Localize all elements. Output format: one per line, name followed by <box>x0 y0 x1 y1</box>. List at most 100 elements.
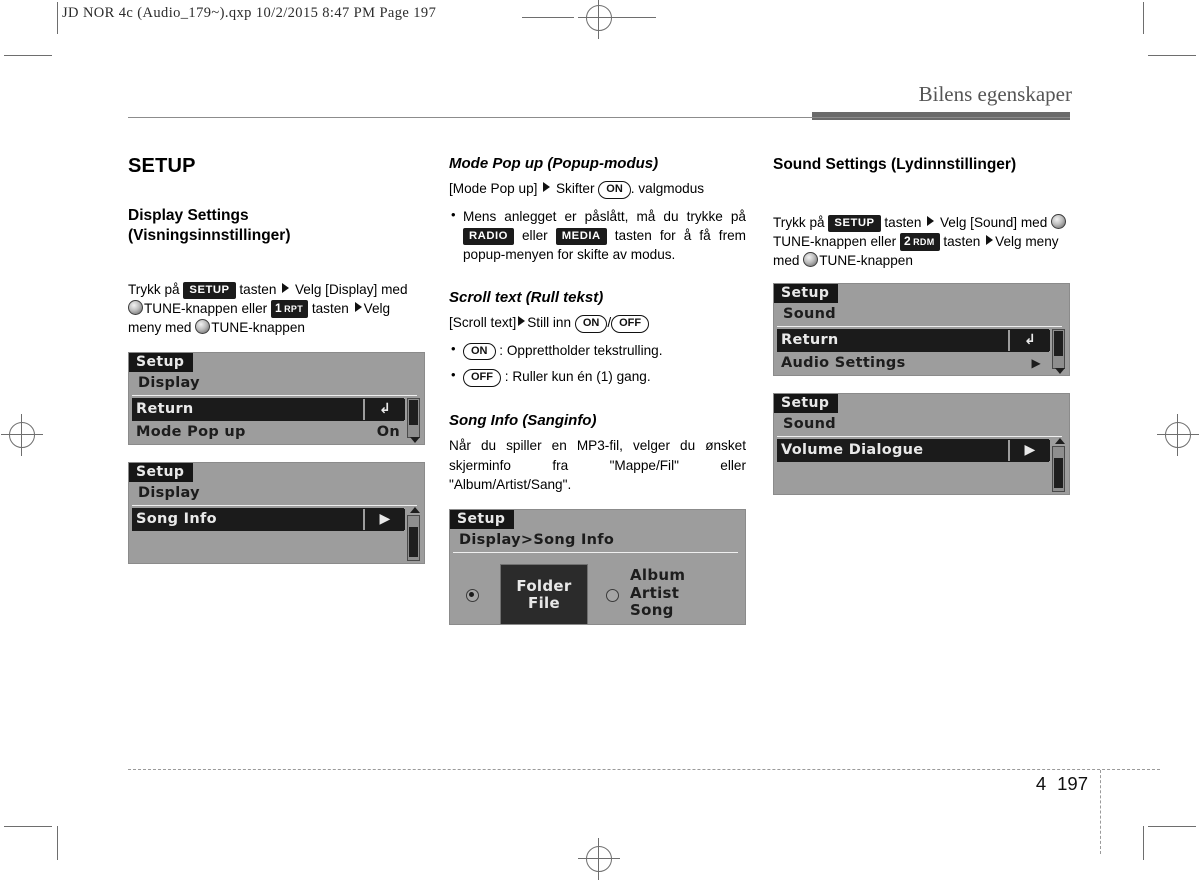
scroll-up-arrow-icon[interactable] <box>410 506 420 513</box>
preset-key-number: 1 <box>274 300 283 315</box>
return-arrow-icon[interactable]: ↲ <box>363 398 405 420</box>
lcd-row-label: Volume Dialogue <box>781 441 924 458</box>
lcd-row-label: Audio Settings <box>781 354 906 371</box>
lcd-screen-sound-menu: Setup Sound Return ↲ Audio Settings ▶ Sp… <box>773 282 1070 376</box>
lcd-titlebar: Setup <box>450 510 745 530</box>
heading-scroll-text: Scroll text (Rull tekst) <box>449 289 746 306</box>
lcd-scrollbar-thumb[interactable] <box>409 399 418 425</box>
crop-mark-top-left-h <box>4 55 52 56</box>
lcd-row-mode-pop-up[interactable]: Mode Pop up On <box>132 421 404 444</box>
option-album-artist-song[interactable]: Album Artist Song <box>630 566 686 619</box>
instr-text-1: Trykk på <box>128 281 180 297</box>
instr-text-2: tasten <box>239 281 277 297</box>
heading-song-info: Song Info (Sanginfo) <box>449 412 746 429</box>
mode-verb: Skifter <box>555 181 595 196</box>
scroll-bracket-label: [Scroll text] <box>449 314 517 330</box>
bullet-item-off: OFF : Ruller kun én (1) gang. <box>449 366 746 388</box>
option-folder-file[interactable]: Folder File <box>500 564 588 625</box>
preset-key-function: RPT <box>284 303 304 314</box>
tune-knob-icon-2 <box>195 319 211 335</box>
on-pill-badge-3: ON <box>463 342 496 361</box>
bullet-text-2: eller <box>521 228 548 244</box>
lcd-row-return[interactable]: Return ↲ <box>777 328 1050 352</box>
mode-bracket-label: [Mode Pop up] <box>449 181 538 196</box>
lcd-title-setup: Setup <box>774 283 839 303</box>
running-head-hairline <box>128 117 1070 118</box>
lcd-screen-song-info-options: Setup Display>Song Info Folder File Albu… <box>449 509 746 626</box>
chevron-right-icon[interactable]: ▶ <box>363 508 405 530</box>
lcd-scrollbar[interactable] <box>1052 328 1065 369</box>
footer-rule <box>128 769 1160 770</box>
lcd-row-list: Return ↲ Audio Settings ▶ Speed Dependen… <box>774 327 1069 376</box>
lcd-radio-group: Folder File Album Artist Song <box>450 553 745 625</box>
heading-scroll-text-label: Scroll text (Rull tekst) <box>449 288 604 306</box>
option-artist-label: Artist <box>630 583 680 602</box>
radio-unselected-album-artist-song[interactable] <box>606 589 619 603</box>
lcd-row-list: Volume Dialogue ▶ <box>774 437 1069 462</box>
off-pill-badge-2: OFF <box>463 369 501 388</box>
radio-key-badge: RADIO <box>463 228 514 246</box>
crop-mark-top-right-h <box>1148 55 1196 56</box>
paragraph-mode-pop-up: [Mode Pop up] Skifter ON. valgmodus <box>449 179 746 199</box>
lcd-row-scroll-text[interactable]: Scroll text On <box>132 444 404 445</box>
option-song-label: Song <box>630 600 674 619</box>
instr-text-8: TUNE-knappen <box>819 253 913 269</box>
heading-sound-settings-label: Sound Settings (Lydinnstillinger) <box>773 156 1017 173</box>
lcd-scrollbar-thumb[interactable] <box>1054 457 1063 488</box>
column-middle: Mode Pop up (Popup-modus) [Mode Pop up] … <box>449 155 746 626</box>
lcd-titlebar: Setup <box>774 393 1069 413</box>
preset-key-number: 2 <box>903 234 912 249</box>
preset-key-function: RDM <box>913 237 935 248</box>
lcd-row-label: Mode Pop up <box>136 423 246 440</box>
lcd-row-label: Song Info <box>136 510 217 527</box>
lcd-row-song-info[interactable]: Song Info ▶ <box>132 507 405 531</box>
preset-1-rpt-key-badge: 1 RPT <box>270 299 309 319</box>
paragraph-scroll-text: [Scroll text] Still inn ON / OFF <box>449 313 746 333</box>
scroll-down-arrow-icon[interactable] <box>1055 367 1065 374</box>
arrow-right-icon-2 <box>518 315 526 326</box>
return-arrow-icon[interactable]: ↲ <box>1008 329 1050 351</box>
on-pill-badge-2: ON <box>574 314 608 333</box>
tune-knob-icon <box>1051 213 1067 229</box>
lcd-scrollbar-thumb[interactable] <box>409 526 418 557</box>
lcd-row-list: Return ↲ Mode Pop up On Scroll text On <box>129 396 424 445</box>
instr-text-4: med <box>381 281 408 297</box>
column-right: Sound Settings (Lydinnstillinger) Trykk … <box>773 155 1070 495</box>
lcd-row-speed-dependent-vol[interactable]: Speed Dependent Vol. Off <box>777 375 1049 376</box>
crop-mark-center-top-h <box>522 17 574 18</box>
crop-mark-bottom-left-v <box>57 826 58 860</box>
lcd-scrollbar[interactable] <box>1052 445 1065 492</box>
instr-text-4: med <box>1020 214 1048 230</box>
footer-chapter-number: 4 <box>1035 773 1047 794</box>
lcd-scrollbar-thumb[interactable] <box>1054 330 1063 356</box>
on-pill-badge: ON <box>598 181 631 199</box>
preset-2-rdm-key-badge: 2 RDM <box>899 233 940 252</box>
media-key-badge: MEDIA <box>555 228 607 246</box>
lcd-title-setup: Setup <box>129 352 194 372</box>
option-album-label: Album <box>630 566 686 585</box>
scroll-down-arrow-icon[interactable] <box>410 436 420 443</box>
lcd-row-return[interactable]: Return ↲ <box>132 397 405 421</box>
tune-knob-icon <box>128 299 143 315</box>
lcd-scrollbar[interactable] <box>407 397 420 438</box>
lcd-breadcrumb: Sound <box>777 413 1062 437</box>
subsection-title-line2: (Visningsinnstillinger) <box>128 226 291 244</box>
bullet-list-mode-pop-up: Mens anlegget er påslått, må du trykke p… <box>449 206 746 265</box>
crop-mark-bottom-right-h <box>1148 826 1196 827</box>
radio-selected-folder-file[interactable] <box>466 589 479 603</box>
instr-text-1: Trykk på <box>773 214 825 230</box>
lcd-screen-display-menu: Setup Display Return ↲ Mode Pop up On Sc… <box>128 351 425 445</box>
bullet-on-text: : Opprettholder tekstrulling. <box>499 342 663 358</box>
bullet-off-text: : Ruller kun én (1) gang. <box>504 369 651 385</box>
lcd-row-audio-settings[interactable]: Audio Settings ▶ <box>777 352 1049 375</box>
lcd-row-volume-dialogue[interactable]: Volume Dialogue ▶ <box>777 438 1050 462</box>
instr-text-6: tasten <box>943 234 981 250</box>
lcd-screen-song-info-entry: Setup Display Song Info ▶ <box>128 461 425 564</box>
scroll-up-arrow-icon[interactable] <box>1055 437 1065 444</box>
registration-mark-top <box>578 0 620 39</box>
chevron-right-icon[interactable]: ▶ <box>1008 439 1050 461</box>
lcd-scrollbar[interactable] <box>407 514 420 561</box>
lcd-breadcrumb: Display <box>132 372 417 396</box>
heading-mode-pop-up: Mode Pop up (Popup-modus) <box>449 155 659 172</box>
setup-key-badge-2: SETUP <box>828 214 881 232</box>
